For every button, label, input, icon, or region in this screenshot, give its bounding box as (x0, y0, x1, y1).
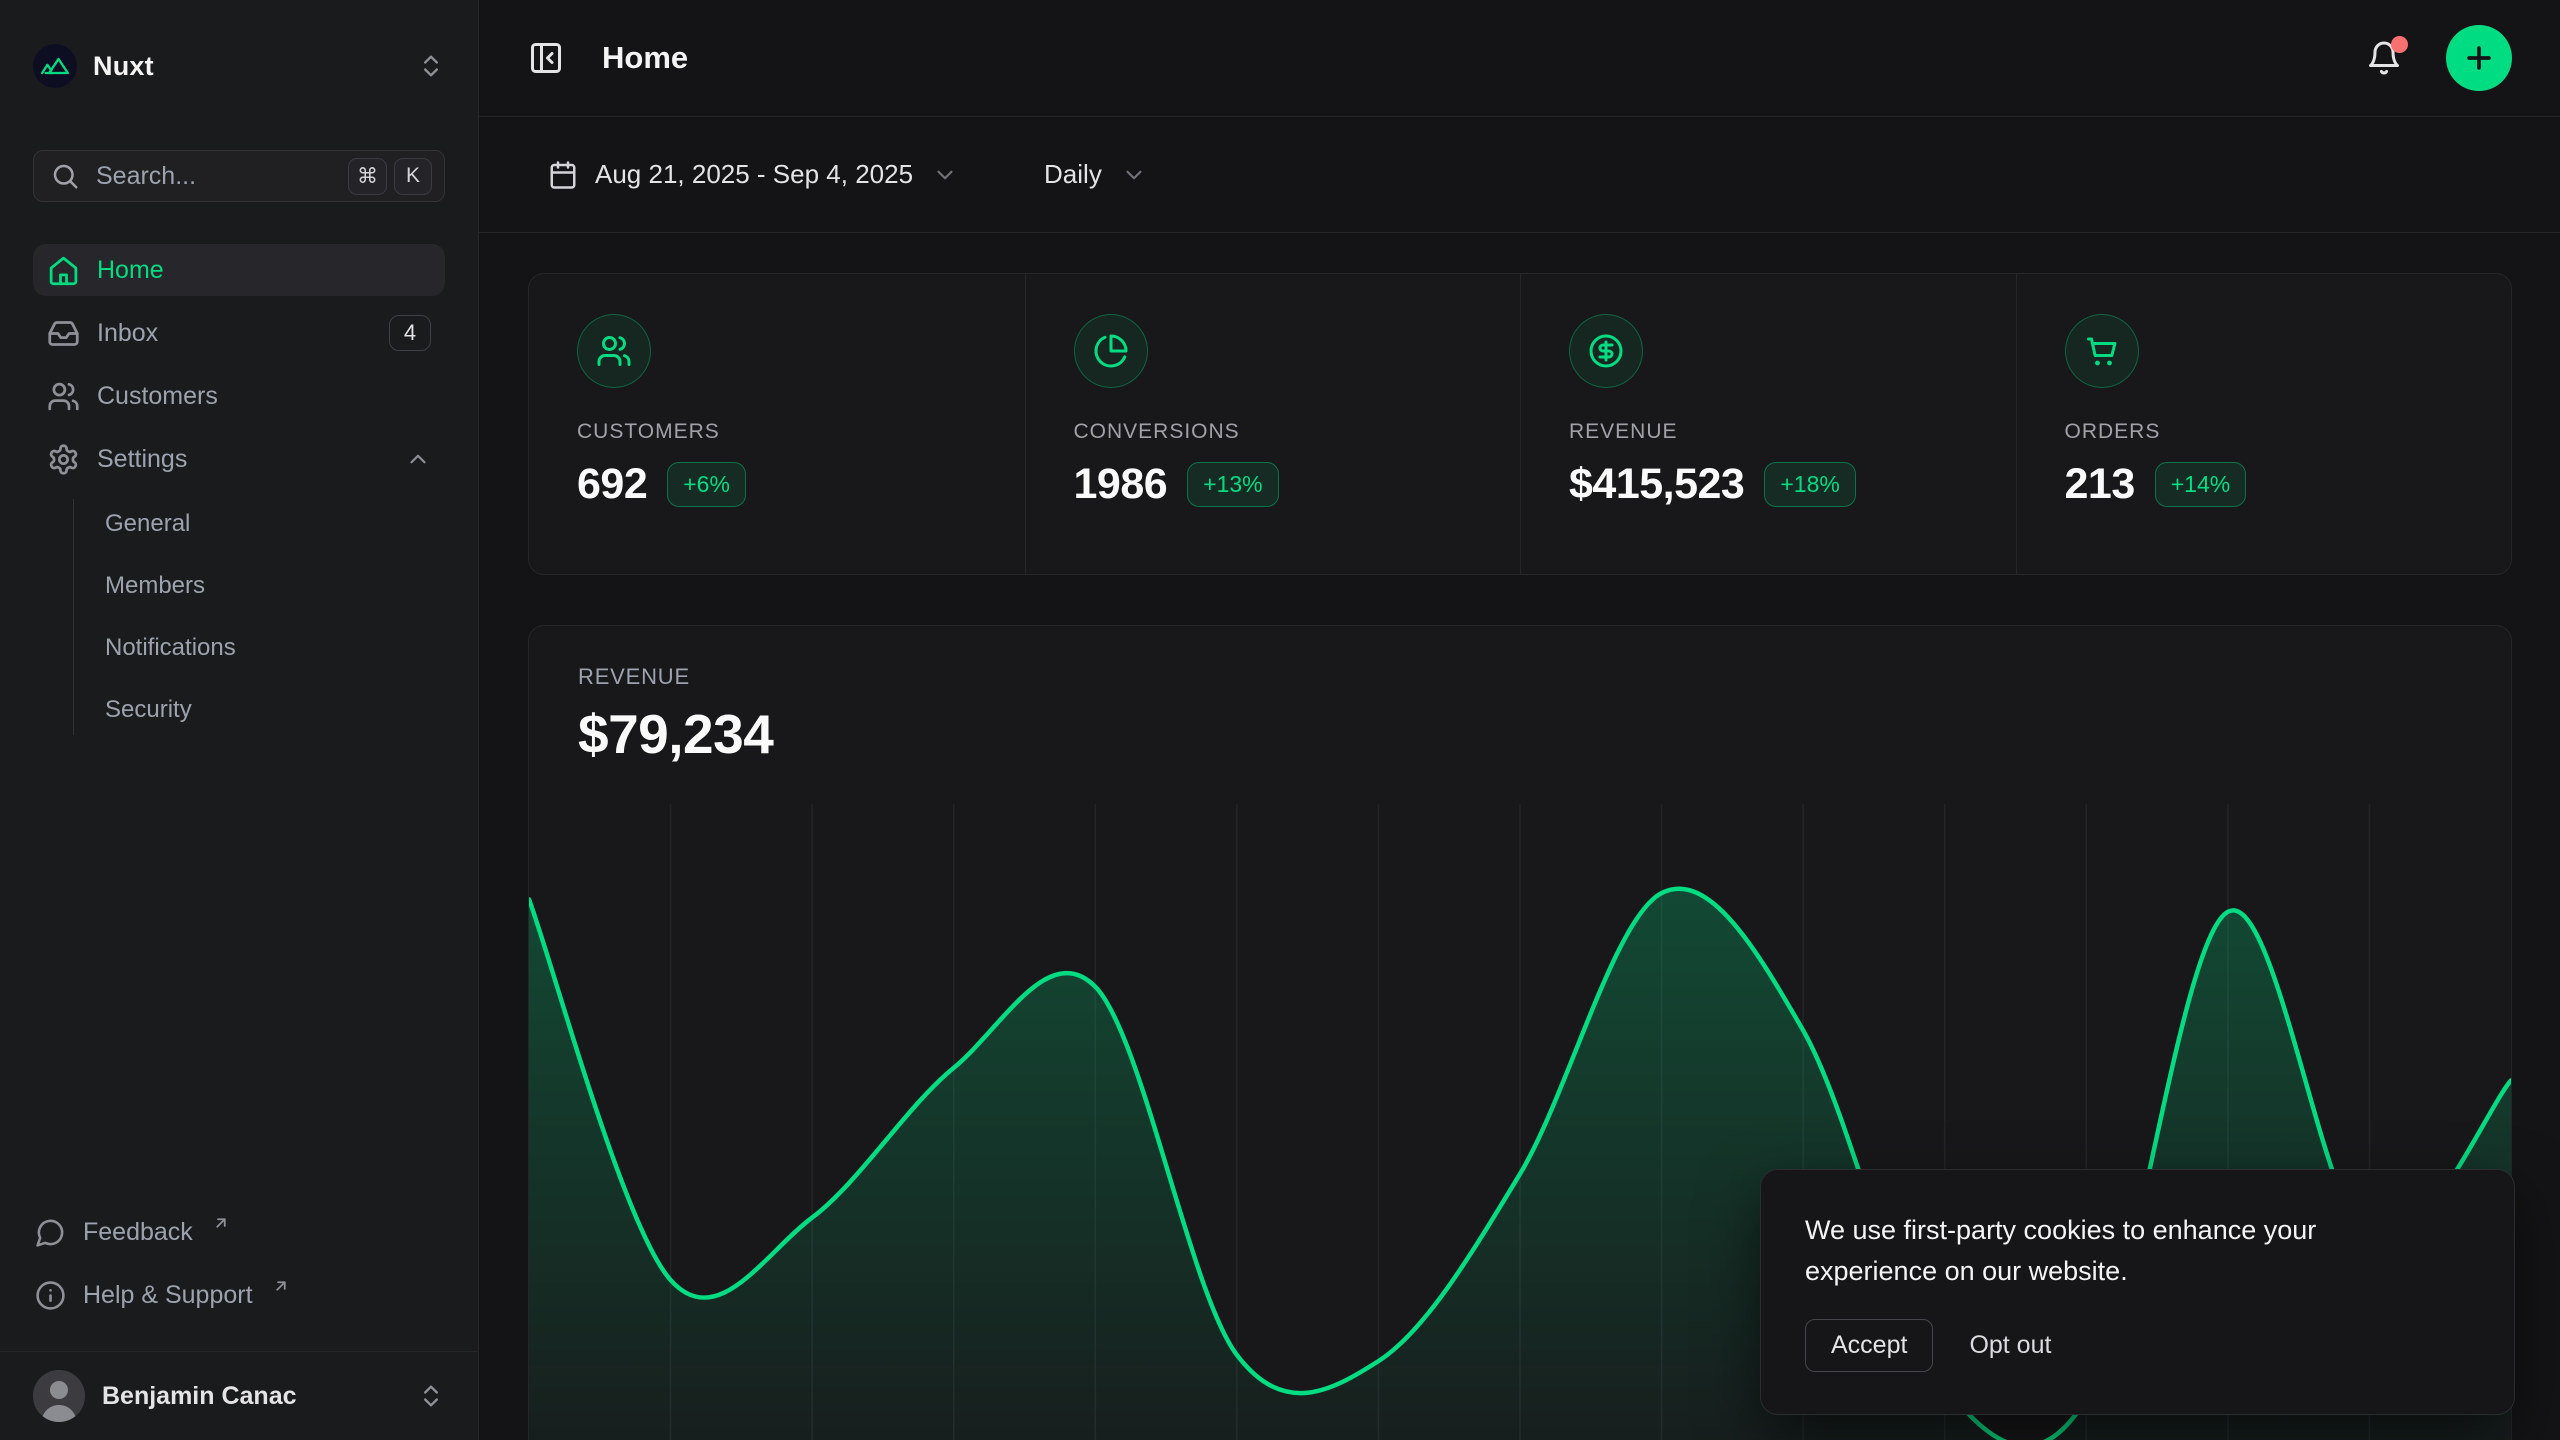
stat-orders[interactable]: ORDERS 213 +14% (2016, 274, 2512, 574)
sidebar-item-security[interactable]: Security (105, 685, 445, 735)
home-icon (47, 254, 80, 287)
workspace-row: Nuxt (33, 40, 445, 92)
chevron-up-down-icon (417, 1382, 445, 1410)
sidebar-item-label: Home (97, 256, 164, 285)
inbox-icon (47, 317, 80, 350)
info-circle-icon (35, 1280, 66, 1311)
stat-customers[interactable]: CUSTOMERS 692 +6% (529, 274, 1025, 574)
sidebar-item-notifications[interactable]: Notifications (105, 623, 445, 673)
granularity-select[interactable]: Daily (1024, 145, 1167, 204)
gear-icon (47, 443, 80, 476)
users-icon (577, 314, 651, 388)
sidebar-item-label: Customers (97, 382, 218, 411)
filters-toolbar: Aug 21, 2025 - Sep 4, 2025 Daily (479, 117, 2560, 233)
inbox-count-badge: 4 (389, 315, 431, 351)
app-window: Nuxt Search... ⌘ K (0, 0, 2560, 1440)
sidebar-nav: Home Inbox 4 Customers (33, 244, 445, 735)
kbd-cmd: ⌘ (348, 158, 387, 195)
add-button[interactable] (2446, 25, 2512, 91)
dollar-circle-icon (1569, 314, 1643, 388)
sidebar-footer-nav: Feedback Help & Support (33, 1206, 445, 1351)
stat-delta-badge: +18% (1764, 462, 1855, 507)
stat-label: ORDERS (2065, 420, 2464, 444)
sidebar: Nuxt Search... ⌘ K (0, 0, 479, 1440)
stat-value: 1986 (1074, 460, 1168, 509)
workspace-name: Nuxt (93, 51, 154, 82)
stat-label: REVENUE (1569, 420, 1968, 444)
external-link-icon (272, 1277, 290, 1295)
sidebar-item-label: Settings (97, 445, 187, 474)
stat-label: CUSTOMERS (577, 420, 977, 444)
cart-icon (2065, 314, 2139, 388)
user-name: Benjamin Canac (102, 1382, 297, 1411)
help-support-label: Help & Support (83, 1281, 253, 1310)
granularity-value: Daily (1044, 159, 1102, 190)
sidebar-item-label: Inbox (97, 319, 158, 348)
help-support-link[interactable]: Help & Support (33, 1269, 445, 1321)
stat-value: $415,523 (1569, 460, 1744, 509)
page-header: Home (479, 0, 2560, 117)
sidebar-item-settings[interactable]: Settings (33, 433, 445, 485)
stats-panel: CUSTOMERS 692 +6% CONVERSIONS 1986 +13% (528, 273, 2512, 575)
message-bubble-icon (35, 1217, 66, 1248)
stat-value: 692 (577, 460, 647, 509)
stat-revenue[interactable]: REVENUE $415,523 +18% (1520, 274, 2016, 574)
search-placeholder: Search... (96, 162, 332, 191)
collapse-sidebar-button[interactable] (528, 30, 578, 86)
revenue-chart-value: $79,234 (578, 702, 2462, 766)
stat-label: CONVERSIONS (1074, 420, 1473, 444)
stat-value: 213 (2065, 460, 2135, 509)
stat-conversions[interactable]: CONVERSIONS 1986 +13% (1025, 274, 1521, 574)
pie-chart-icon (1074, 314, 1148, 388)
sidebar-item-general[interactable]: General (105, 499, 445, 549)
notification-dot (2391, 36, 2408, 53)
stat-delta-badge: +6% (667, 462, 746, 507)
feedback-link[interactable]: Feedback (33, 1206, 445, 1258)
chevron-down-icon (1121, 162, 1147, 188)
sidebar-item-members[interactable]: Members (105, 561, 445, 611)
plus-icon (2462, 41, 2496, 75)
external-link-icon (212, 1214, 230, 1232)
workspace-switcher[interactable]: Nuxt (33, 44, 154, 88)
nuxt-logo-icon (33, 44, 77, 88)
users-icon (47, 380, 80, 413)
search-input[interactable]: Search... ⌘ K (33, 150, 445, 202)
cookie-message: We use first-party cookies to enhance yo… (1805, 1210, 2425, 1291)
chevron-up-icon (405, 446, 431, 472)
kbd-k: K (394, 158, 432, 195)
search-shortcut: ⌘ K (348, 158, 432, 195)
page-title: Home (602, 40, 688, 76)
user-menu[interactable]: Benjamin Canac (0, 1352, 478, 1440)
feedback-label: Feedback (83, 1218, 193, 1247)
notifications-button[interactable] (2352, 30, 2416, 86)
search-icon (50, 161, 80, 191)
date-range-value: Aug 21, 2025 - Sep 4, 2025 (595, 159, 913, 190)
sidebar-item-home[interactable]: Home (33, 244, 445, 296)
settings-subnav: General Members Notifications Security (73, 499, 445, 735)
cookie-optout-button[interactable]: Opt out (1969, 1331, 2051, 1360)
cookie-banner: We use first-party cookies to enhance yo… (1760, 1169, 2515, 1415)
chevron-up-down-icon[interactable] (417, 52, 445, 80)
chevron-down-icon (932, 162, 958, 188)
cookie-accept-button[interactable]: Accept (1805, 1319, 1933, 1372)
stat-delta-badge: +13% (1187, 462, 1278, 507)
calendar-icon (548, 160, 578, 190)
stat-delta-badge: +14% (2155, 462, 2246, 507)
sidebar-item-customers[interactable]: Customers (33, 370, 445, 422)
date-range-picker[interactable]: Aug 21, 2025 - Sep 4, 2025 (528, 145, 978, 204)
sidebar-item-inbox[interactable]: Inbox 4 (33, 307, 445, 359)
panel-left-close-icon (528, 40, 564, 76)
revenue-chart-label: REVENUE (578, 664, 2462, 690)
avatar (33, 1370, 85, 1422)
